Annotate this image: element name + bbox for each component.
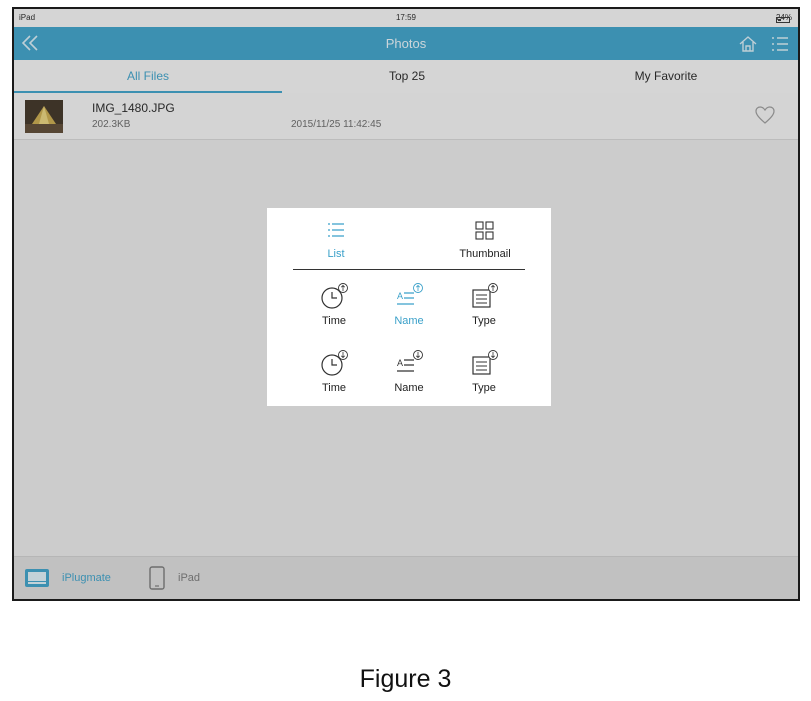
app-screen: iPad 17:59 24% Photos All Files Top 25 M… bbox=[12, 7, 800, 601]
type-descending-icon bbox=[472, 350, 498, 375]
view-thumbnail-label: Thumbnail bbox=[459, 248, 511, 260]
view-list-option[interactable]: List bbox=[286, 220, 386, 260]
clock-ascending-icon bbox=[321, 283, 348, 309]
type-ascending-icon bbox=[472, 283, 498, 308]
name-descending-icon: A bbox=[397, 350, 423, 372]
view-sort-popup: List Thumbnail Time A Name Type Time A N… bbox=[267, 208, 551, 406]
sort-type-asc-label: Type bbox=[472, 315, 496, 327]
sort-time-asc-label: Time bbox=[321, 315, 347, 327]
sort-name-asc-label: Name bbox=[394, 315, 424, 327]
name-ascending-icon: A bbox=[397, 283, 423, 305]
sort-time-descending[interactable]: Time bbox=[304, 349, 364, 394]
sort-name-ascending[interactable]: A Name bbox=[379, 282, 439, 327]
sort-name-desc-label: Name bbox=[394, 382, 424, 394]
view-list-label: List bbox=[327, 248, 345, 260]
list-icon bbox=[328, 223, 344, 237]
divider bbox=[293, 269, 525, 270]
sort-name-descending[interactable]: A Name bbox=[379, 349, 439, 394]
sort-time-desc-label: Time bbox=[321, 382, 347, 394]
svg-text:A: A bbox=[397, 358, 403, 368]
view-thumbnail-option[interactable]: Thumbnail bbox=[435, 220, 535, 260]
figure-caption: Figure 3 bbox=[359, 665, 452, 693]
svg-text:A: A bbox=[397, 291, 403, 301]
sort-type-descending[interactable]: Type bbox=[454, 349, 514, 394]
sort-time-ascending[interactable]: Time bbox=[304, 282, 364, 327]
thumbnail-grid-icon bbox=[475, 221, 494, 240]
clock-descending-icon bbox=[321, 350, 348, 376]
sort-type-desc-label: Type bbox=[472, 382, 496, 394]
sort-type-ascending[interactable]: Type bbox=[454, 282, 514, 327]
